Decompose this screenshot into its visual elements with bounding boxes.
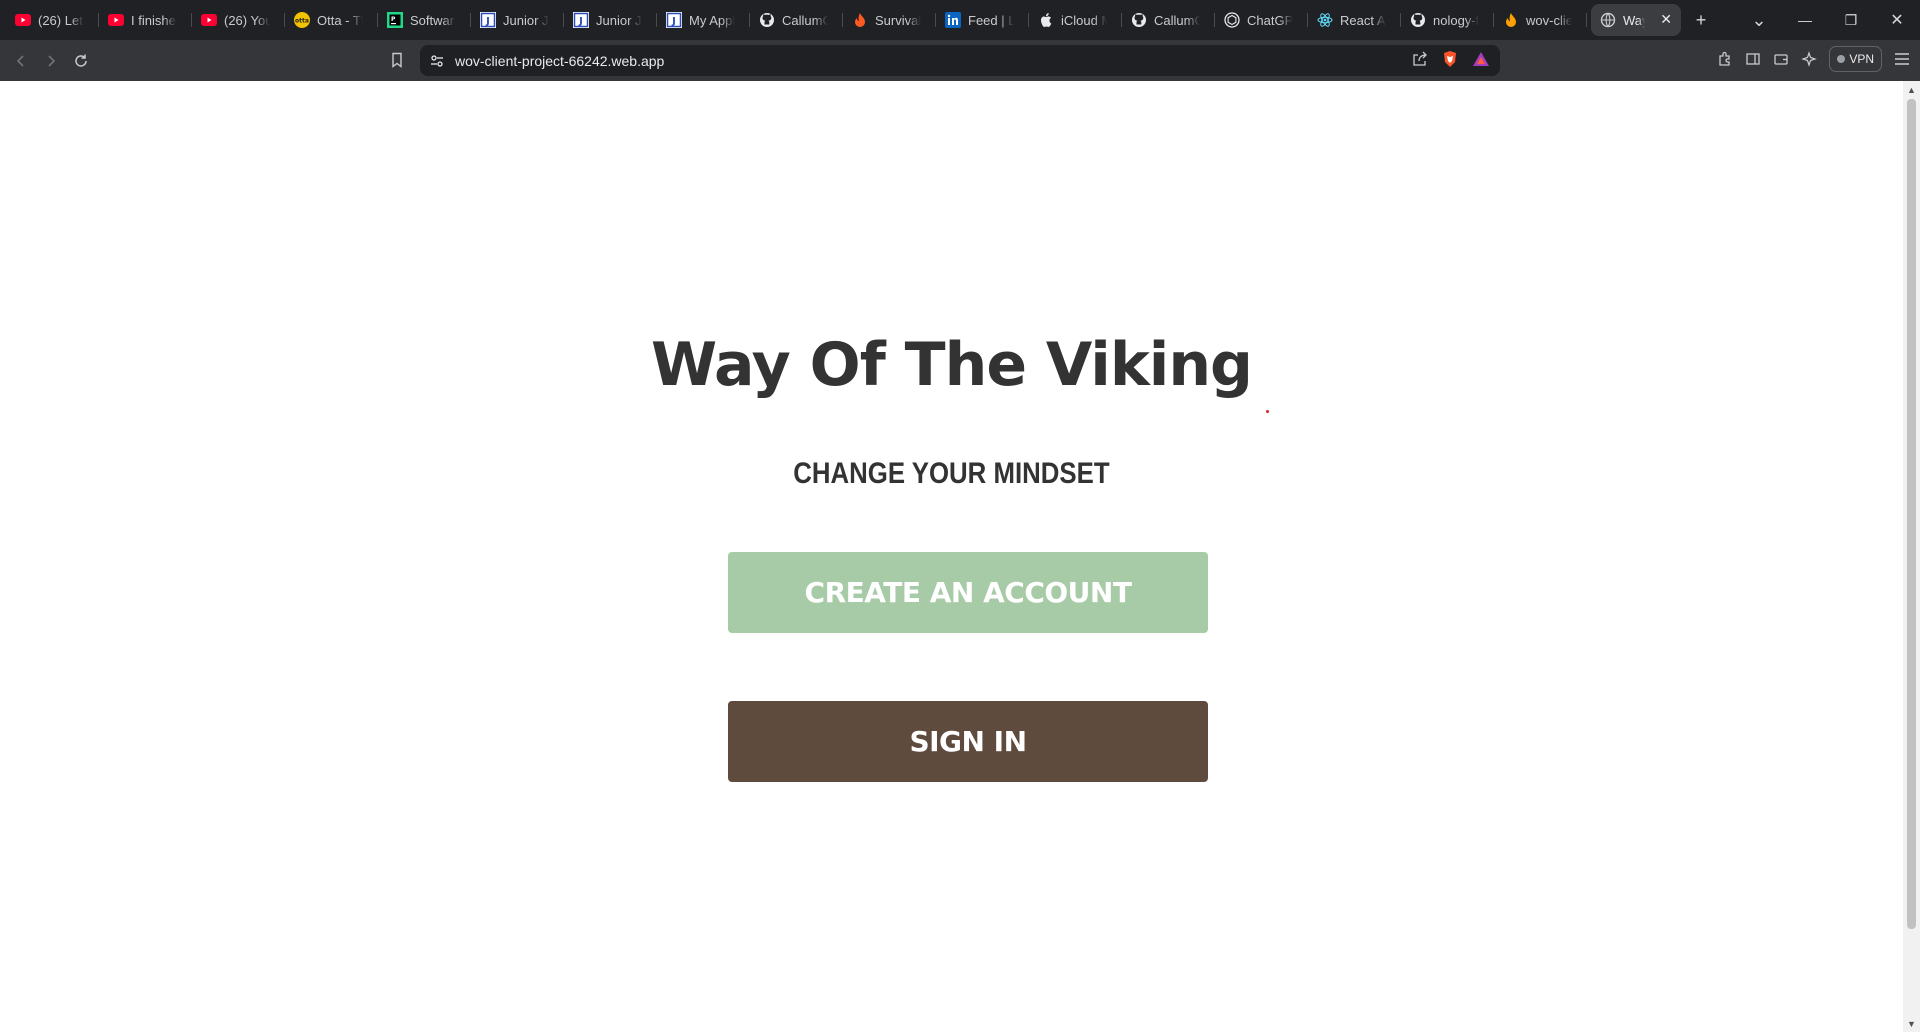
reload-icon[interactable] [66,46,96,76]
jj-icon: J [573,12,589,28]
tab[interactable]: Feed | Li [936,4,1029,36]
globe-icon [1600,12,1616,28]
youtube-icon [201,12,217,28]
toolbar-right: VPN [1717,46,1910,72]
address-bar[interactable]: wov-client-project-66242.web.app [420,45,1500,76]
github-icon [1410,12,1426,28]
firebase-icon [1503,12,1519,28]
leo-ai-icon[interactable] [1801,51,1818,67]
vertical-scrollbar[interactable]: ▲ ▼ [1903,81,1920,1032]
scroll-up-icon[interactable]: ▲ [1903,81,1920,98]
vpn-label: VPN [1849,52,1874,66]
chatgpt-icon [1224,12,1240,28]
browser-toolbar: wov-client-project-66242.web.app VPN [0,40,1920,81]
tab[interactable]: wov-clie [1494,4,1587,36]
bookmark-icon[interactable] [382,45,412,75]
tab-label: (26) Lett [38,12,84,28]
tab-label: Softwar [410,12,455,28]
tab[interactable]: Survival [843,4,936,36]
svg-text:J: J [578,16,583,27]
tab[interactable]: ChatGPT [1215,4,1308,36]
tab[interactable]: (26) Lett [6,4,99,36]
tab-label: Junior Jo [596,12,642,28]
youtube-icon [15,12,31,28]
tab[interactable]: (26) You [192,4,285,36]
tab[interactable]: CallumG [750,4,843,36]
svg-text:otta: otta [295,18,309,25]
youtube-icon [108,12,124,28]
tab-label: React Ap [1340,12,1386,28]
github-icon [759,12,775,28]
jj-icon: J [480,12,496,28]
tab-label: CallumG [1154,12,1200,28]
vpn-status-icon [1837,55,1846,63]
scroll-thumb[interactable] [1907,99,1916,929]
sign-in-button[interactable]: SIGN IN [728,701,1208,782]
tab-active[interactable]: Way ✕ [1591,4,1681,36]
page-subtitle: CHANGE YOUR MINDSET [793,457,1110,490]
brave-rewards-icon[interactable] [1472,51,1490,67]
svg-text:J: J [671,16,676,27]
tab-label: nology-f [1433,12,1479,28]
fire-icon [852,12,868,28]
back-icon[interactable] [6,46,36,76]
tab[interactable]: J Junior Jo [564,4,657,36]
tab-label: (26) You [224,12,270,28]
tab-label: I finishe [131,12,176,28]
tab-label: ChatGPT [1247,12,1293,28]
pycharm-icon: P [387,12,403,28]
page-title: Way Of The Viking [651,330,1253,400]
linkedin-icon [945,12,961,28]
scroll-down-icon[interactable]: ▼ [1903,1015,1920,1032]
close-tab-icon[interactable]: ✕ [1660,11,1672,28]
new-tab-button[interactable]: + [1681,4,1721,36]
forward-icon[interactable] [36,46,66,76]
tab[interactable]: J My Appl [657,4,750,36]
tab-label: iCloud M [1061,12,1107,28]
share-icon[interactable] [1412,51,1428,67]
site-settings-icon[interactable] [430,54,444,68]
apple-icon [1038,12,1054,28]
react-icon [1317,12,1333,28]
tab-strip: (26) Lett I finishe (26) You otta Otta - Th P… [0,0,1920,40]
tab[interactable]: CallumG [1122,4,1215,36]
jj-icon: J [666,12,682,28]
restore-button[interactable]: ❐ [1828,4,1874,36]
window-close-button[interactable]: ✕ [1874,4,1920,36]
stray-dot [1266,410,1269,413]
minimize-button[interactable]: — [1782,4,1828,36]
wallet-icon[interactable] [1773,51,1789,67]
tab[interactable]: nology-f [1401,4,1494,36]
tab[interactable]: iCloud M [1029,4,1122,36]
tab-label: Otta - Th [317,12,363,28]
svg-text:J: J [485,16,490,27]
omnibox-actions [1412,50,1490,68]
create-account-button[interactable]: CREATE AN ACCOUNT [728,552,1208,633]
tab[interactable]: P Softwar [378,4,471,36]
sidebar-icon[interactable] [1745,51,1761,67]
tab-label: Feed | Li [968,12,1014,28]
tab-label: wov-clie [1526,12,1572,28]
brave-shields-icon[interactable] [1442,50,1458,68]
tab[interactable]: J Junior Jo [471,4,564,36]
svg-text:P: P [391,16,396,23]
page-content: Way Of The Viking CHANGE YOUR MINDSET CR… [0,81,1903,1032]
tab[interactable]: otta Otta - Th [285,4,378,36]
tab-label: Survival [875,12,921,28]
tab[interactable]: I finishe [99,4,192,36]
tab-search-icon[interactable]: ⌄ [1736,4,1782,36]
url-text[interactable]: wov-client-project-66242.web.app [455,53,664,69]
menu-icon[interactable] [1894,52,1910,66]
tab-label: CallumG [782,12,828,28]
extensions-icon[interactable] [1717,51,1733,67]
tab-list: (26) Lett I finishe (26) You otta Otta - Th P… [6,4,1587,36]
tab-label: Way [1623,12,1645,28]
github-icon [1131,12,1147,28]
otta-icon: otta [294,12,310,28]
tab-label: Junior Jo [503,12,549,28]
vpn-button[interactable]: VPN [1829,46,1882,72]
tab[interactable]: React Ap [1308,4,1401,36]
tab-label: My Appl [689,12,735,28]
